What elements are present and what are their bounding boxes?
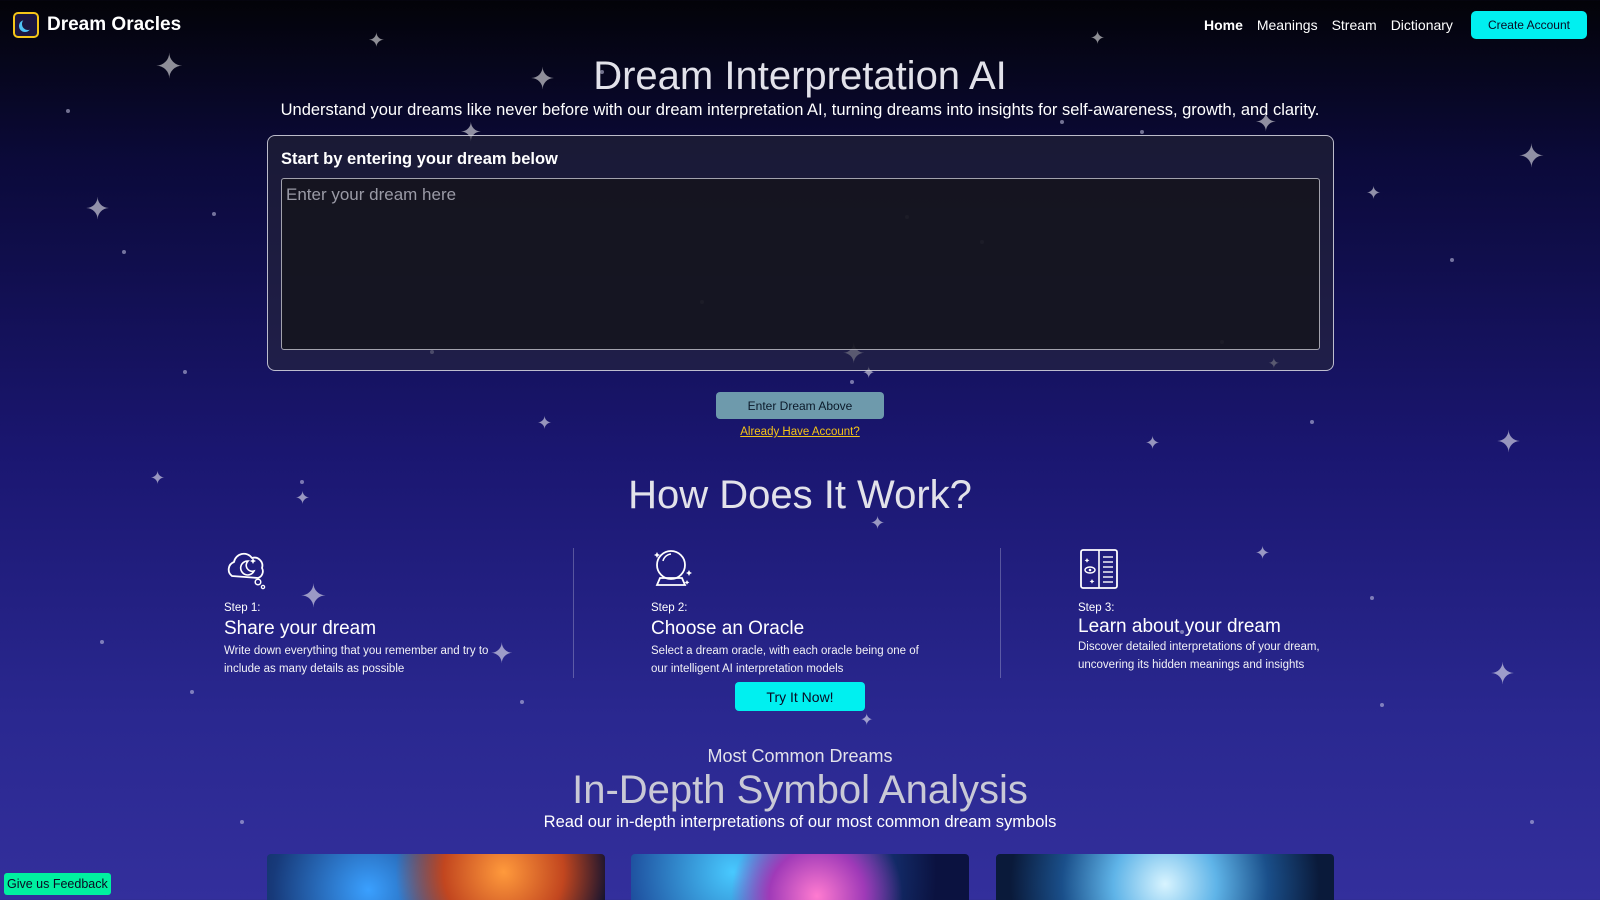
sparkle-icon: ✦: [1490, 657, 1516, 692]
star-dot: [1380, 703, 1384, 707]
already-have-account-link-text[interactable]: Already Have Account?: [740, 426, 860, 438]
step-2: Step 2: Choose an Oracle Select a dream …: [651, 548, 951, 678]
symbol-card-image[interactable]: [267, 854, 605, 900]
step-description: Select a dream oracle, with each oracle …: [651, 645, 919, 675]
section-eyebrow: Most Common Dreams: [707, 746, 893, 766]
star-dot: [100, 640, 104, 644]
star-dot: [1450, 258, 1454, 262]
step-number: Step 1:: [224, 602, 261, 614]
step-number: Step 3:: [1078, 602, 1115, 614]
dream-entry-card: Start by entering your dream below: [267, 135, 1334, 371]
step-description: Write down everything that you remember …: [224, 645, 489, 675]
brand-name[interactable]: Dream Oracles: [47, 14, 181, 36]
star-dot: [190, 690, 194, 694]
sparkle-icon: ✦: [860, 710, 874, 729]
open-book-icon: [1080, 549, 1118, 589]
nav-link-home[interactable]: Home: [1204, 17, 1243, 33]
star-dot: [850, 380, 854, 384]
already-have-account-link: Already Have Account?: [0, 426, 1600, 438]
try-it-now-button[interactable]: Try It Now!: [735, 682, 865, 711]
star-dot: [1060, 120, 1064, 124]
sparkle-icon: ✦: [85, 192, 111, 227]
nav-link-dictionary[interactable]: Dictionary: [1391, 17, 1453, 33]
sparkle-icon: ✦: [1518, 137, 1545, 175]
step-description: Discover detailed interpretations of you…: [1078, 641, 1320, 671]
star-dot: [520, 700, 524, 704]
dream-input[interactable]: [281, 178, 1320, 350]
symbol-card-image[interactable]: [996, 854, 1334, 900]
star-dot: [183, 370, 187, 374]
step-title: Share your dream: [224, 618, 377, 639]
step-divider: [573, 548, 574, 678]
star-dot: [1310, 420, 1314, 424]
step-title: Learn about your dream: [1078, 616, 1281, 637]
step-3: Step 3: Learn about your dream Discover …: [1078, 548, 1378, 674]
nav-links: Home Meanings Stream Dictionary Create A…: [1204, 11, 1587, 39]
sparkle-icon: ✦: [1366, 183, 1382, 204]
step-title: Choose an Oracle: [651, 618, 805, 639]
moon-cloud-icon: [227, 552, 266, 590]
symbol-analysis-subtitle: Read our in-depth interpretations of our…: [543, 813, 1057, 831]
feedback-button[interactable]: Give us Feedback: [4, 873, 111, 895]
symbol-analysis-title: In-Depth Symbol Analysis: [572, 768, 1028, 812]
star-dot: [212, 212, 216, 216]
how-it-works-title: How Does It Work?: [628, 473, 972, 517]
nav-link-meanings[interactable]: Meanings: [1257, 17, 1318, 33]
create-account-button[interactable]: Create Account: [1470, 11, 1587, 39]
nav-link-stream[interactable]: Stream: [1332, 17, 1377, 33]
dream-entry-label: Start by entering your dream below: [281, 150, 558, 168]
step-number: Step 2:: [651, 602, 688, 614]
step-1: Step 1: Share your dream Write down ever…: [224, 548, 524, 678]
page-title: Dream Interpretation AI: [593, 54, 1007, 98]
page-subtitle: Understand your dreams like never before…: [280, 101, 1320, 119]
crystal-ball-icon: [654, 550, 692, 586]
enter-dream-button[interactable]: Enter Dream Above: [716, 392, 884, 419]
logo-icon[interactable]: [13, 12, 39, 38]
top-navigation: Dream Oracles Home Meanings Stream Dicti…: [0, 0, 1600, 50]
star-dot: [122, 250, 126, 254]
star-dot: [1140, 130, 1144, 134]
symbol-card-image[interactable]: [631, 854, 969, 900]
step-divider: [1000, 548, 1001, 678]
